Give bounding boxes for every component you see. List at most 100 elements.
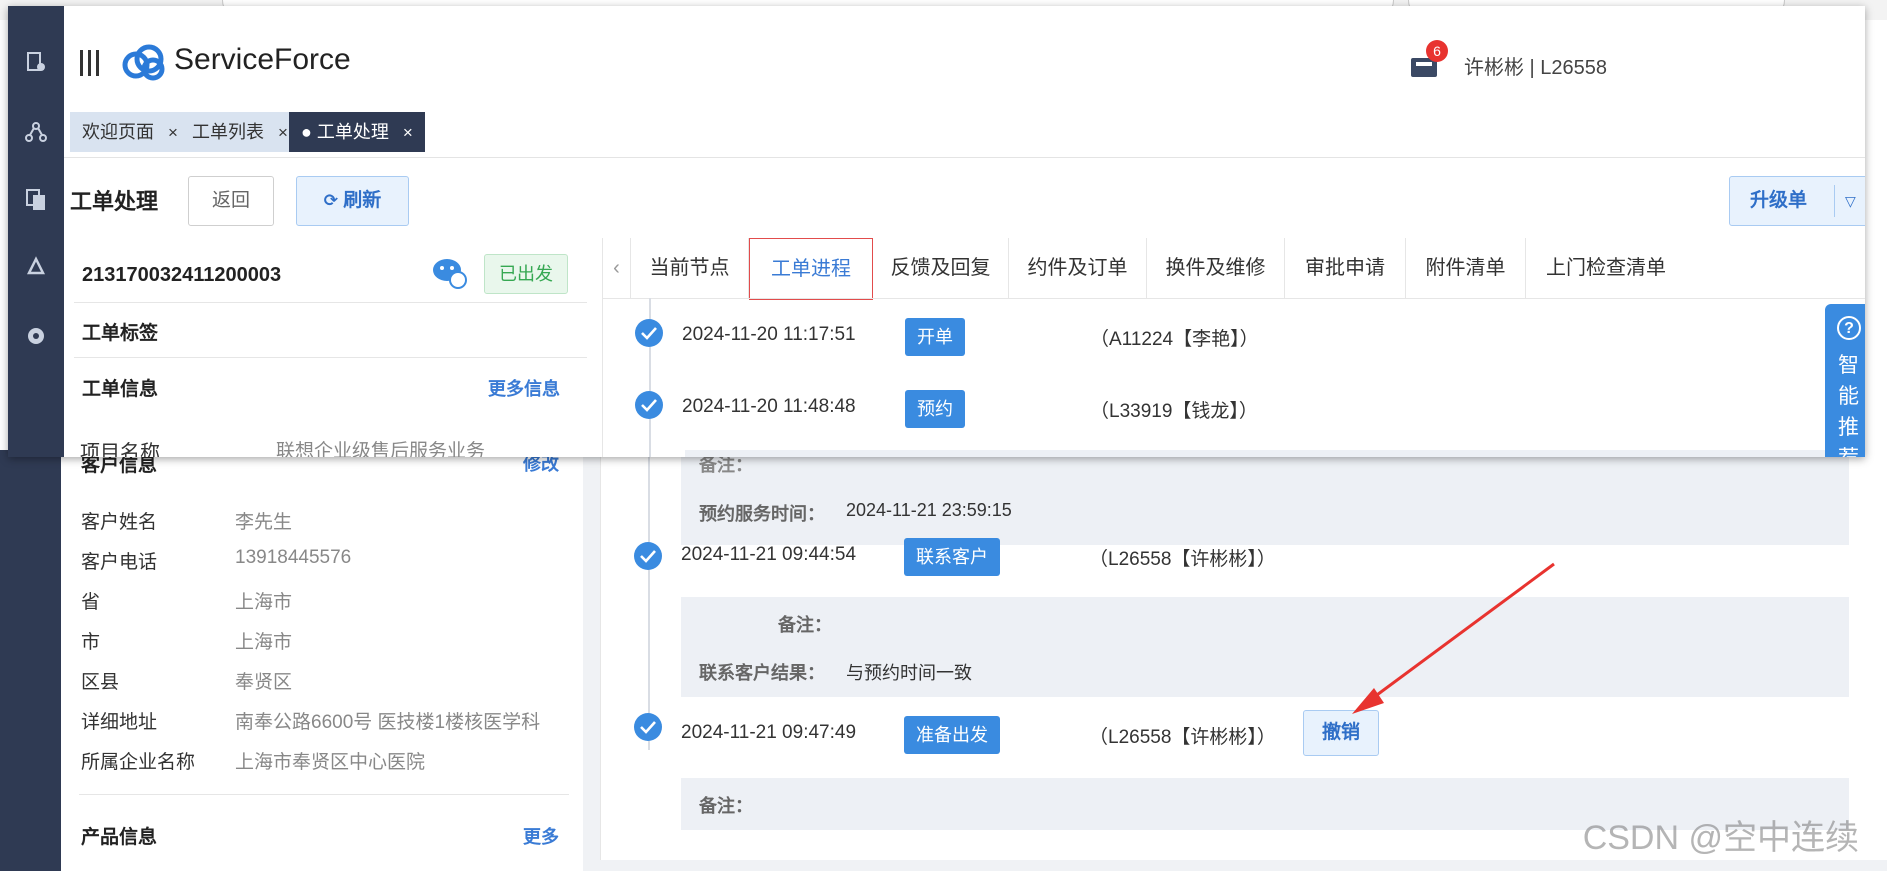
document-settings-icon[interactable]	[24, 50, 48, 74]
close-icon[interactable]: ×	[278, 123, 288, 142]
order-card: 213170032411200003 已出发 工单标签 工单信息 更多信息 项目…	[64, 238, 597, 457]
step-time: 2024-11-20 11:17:51	[682, 324, 856, 345]
user-name[interactable]: 许彬彬 | L26558	[1464, 51, 1607, 80]
field-value: 上海市	[235, 592, 293, 613]
back-button[interactable]: 返回	[188, 176, 274, 226]
field-label: 详细地址	[81, 712, 158, 733]
tab-replacement-repair[interactable]: 换件及维修	[1147, 238, 1285, 298]
status-badge: 已出发	[484, 254, 568, 294]
product-section-title: 产品信息	[81, 827, 158, 848]
divider	[79, 794, 569, 795]
step-tag: 联系客户	[904, 538, 1000, 576]
recycle-icon[interactable]	[24, 256, 48, 280]
refresh-button[interactable]: ⟳ 刷新	[296, 176, 409, 226]
smart-recommend-label: 智能推荐	[1838, 354, 1859, 457]
tab-welcome[interactable]: 欢迎页面 ×	[70, 112, 190, 152]
icon-sidebar	[8, 6, 64, 457]
overlay-window: ServiceForce 6 许彬彬 | L26558 欢迎页面 × 工单列表 × …	[8, 6, 1865, 457]
appointment-time-label: 预约服务时间：	[699, 504, 825, 524]
check-icon	[634, 542, 662, 570]
order-info-title: 工单信息	[82, 379, 159, 400]
watermark: CSDN @空中连续	[1582, 819, 1859, 857]
smart-recommend-tab[interactable]: ? 智能推荐	[1825, 304, 1865, 457]
divider	[1834, 185, 1835, 217]
tab-order-progress[interactable]: 工单进程	[749, 238, 873, 300]
field-label: 区县	[81, 672, 120, 693]
check-icon	[635, 319, 663, 347]
contact-result-label: 联系客户结果：	[699, 663, 825, 683]
note-label: 备注：	[778, 615, 832, 635]
divider	[603, 298, 1865, 299]
annotation-arrow-icon	[1352, 562, 1555, 714]
check-icon	[634, 713, 662, 741]
field-value: 南奉公路6600号 医技楼1楼核医学科	[235, 712, 541, 733]
chevron-down-icon[interactable]: ▽	[1845, 177, 1856, 225]
wechat-icon[interactable]	[432, 256, 468, 290]
step-tag: 准备出发	[904, 716, 1000, 754]
tab-attachments[interactable]: 附件清单	[1406, 238, 1526, 298]
divider	[74, 357, 587, 358]
project-label: 项目名称	[80, 442, 160, 457]
product-more-link[interactable]: 更多	[523, 823, 559, 849]
page-title: 工单处理	[70, 189, 159, 214]
tab-label: 欢迎页面	[82, 122, 154, 142]
step-actor: （L33919【钱龙】）	[1090, 401, 1258, 422]
progress-panel: 备注： 预约服务时间： 2024-11-21 23:59:15 2024-11-…	[600, 420, 1887, 860]
tab-order-processing[interactable]: ● 工单处理 ×	[289, 112, 425, 152]
page-header: 工单处理 返回 ⟳ 刷新 升级单 ▽	[64, 158, 1865, 238]
refresh-icon: ⟳	[323, 191, 338, 210]
step-tag: 预约	[905, 390, 965, 428]
menu-toggle-icon[interactable]	[78, 48, 102, 78]
field-value: 13918445576	[235, 547, 352, 568]
appointment-time-value: 2024-11-21 23:59:15	[846, 500, 1012, 520]
sidebar	[0, 450, 61, 871]
brand-name: ServiceForce	[174, 43, 351, 76]
left-info-panel: 客户信息 修改 客户姓名 李先生 客户电话 13918445576 省 上海市 …	[61, 450, 583, 871]
note-label: 备注：	[699, 796, 753, 816]
tab-order-list[interactable]: 工单列表 ×	[180, 112, 300, 152]
step-actor: （L26558【许彬彬】）	[1089, 727, 1276, 748]
step-time: 2024-11-21 09:47:49	[681, 722, 857, 743]
close-icon[interactable]: ×	[168, 123, 178, 142]
tab-onsite-checklist[interactable]: 上门检查清单	[1526, 238, 1686, 298]
contact-note-box: 备注： 联系客户结果： 与预约时间一致	[681, 597, 1849, 697]
network-icon[interactable]	[24, 120, 48, 144]
close-icon[interactable]: ×	[403, 123, 413, 142]
field-label: 客户姓名	[81, 512, 158, 533]
help-icon: ?	[1837, 316, 1861, 340]
appointment-note-box: 备注： 预约服务时间： 2024-11-21 23:59:15	[681, 443, 1849, 545]
step-actor: （A11224【李艳】）	[1090, 329, 1259, 350]
more-info-link[interactable]: 更多信息	[488, 375, 560, 401]
tab-feedback[interactable]: 反馈及回复	[873, 238, 1009, 298]
gear-icon[interactable]	[24, 324, 48, 348]
field-label: 客户电话	[81, 552, 158, 573]
chevron-left-icon[interactable]: ‹	[603, 238, 631, 298]
field-value: 李先生	[235, 512, 293, 533]
detail-pane: ‹ 当前节点 工单进程 反馈及回复 约件及订单 换件及维修 审批申请 附件清单 …	[602, 238, 1865, 457]
project-value: 联想企业级售后服务业务	[276, 441, 486, 457]
step-time: 2024-11-20 11:48:48	[682, 396, 856, 417]
field-value: 上海市奉贤区中心医院	[235, 752, 426, 773]
notification-badge: 6	[1426, 40, 1448, 62]
tab-parts-orders[interactable]: 约件及订单	[1009, 238, 1147, 298]
tab-current-node[interactable]: 当前节点	[631, 238, 749, 298]
logo-icon	[120, 43, 166, 83]
upgrade-label: 升级单	[1750, 190, 1808, 211]
check-icon	[635, 391, 663, 419]
order-number: 213170032411200003	[82, 264, 282, 286]
refresh-label: 刷新	[343, 190, 382, 211]
contact-result-value: 与预约时间一致	[846, 663, 972, 683]
tab-label: 工单列表	[192, 122, 264, 142]
order-tags-title: 工单标签	[82, 323, 159, 344]
field-label: 市	[81, 632, 101, 653]
field-value: 奉贤区	[235, 672, 293, 693]
step-time: 2024-11-21 09:44:54	[681, 544, 857, 565]
tab-approval[interactable]: 审批申请	[1285, 238, 1406, 298]
step-tag: 开单	[905, 318, 965, 356]
tab-label: ● 工单处理	[301, 122, 389, 142]
upgrade-button[interactable]: 升级单 ▽	[1729, 176, 1865, 226]
divider	[74, 302, 587, 303]
copy-documents-icon[interactable]	[24, 188, 48, 212]
field-label: 省	[81, 592, 101, 613]
timeline-line	[648, 420, 650, 750]
